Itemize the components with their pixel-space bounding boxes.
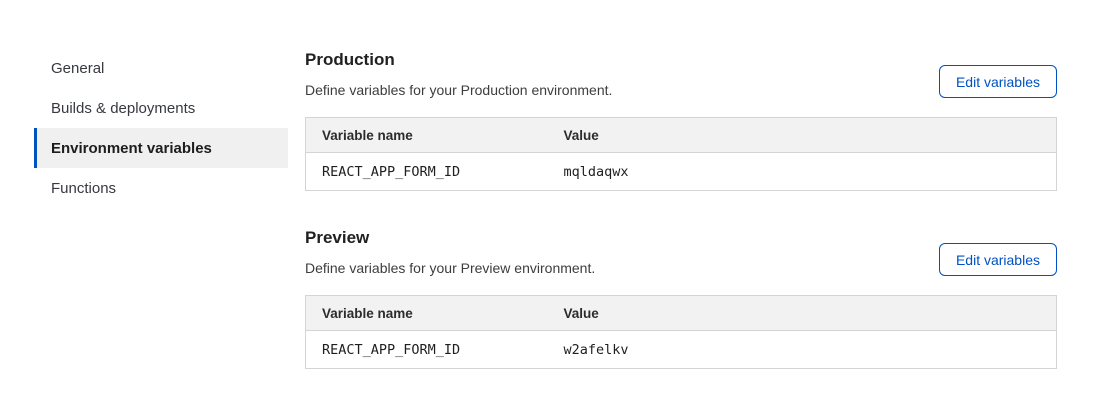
column-header-value: Value <box>548 118 1057 153</box>
table-header-row: Variable name Value <box>306 118 1057 153</box>
variable-value-cell: mqldaqwx <box>548 153 1057 191</box>
environment-variables-panel: Production Define variables for your Pro… <box>305 50 1057 369</box>
table-row: REACT_APP_FORM_ID mqldaqwx <box>306 153 1057 191</box>
preview-variables-table: Variable name Value REACT_APP_FORM_ID w2… <box>305 295 1057 369</box>
table-header-row: Variable name Value <box>306 296 1057 331</box>
section-production: Production Define variables for your Pro… <box>305 50 1057 191</box>
settings-sidebar: General Builds & deployments Environment… <box>34 48 288 208</box>
variable-name-cell: REACT_APP_FORM_ID <box>306 331 548 369</box>
variable-value-cell: w2afelkv <box>548 331 1057 369</box>
sidebar-item-builds-deployments[interactable]: Builds & deployments <box>34 88 288 128</box>
table-row: REACT_APP_FORM_ID w2afelkv <box>306 331 1057 369</box>
sidebar-item-general[interactable]: General <box>34 48 288 88</box>
variable-name-cell: REACT_APP_FORM_ID <box>306 153 548 191</box>
section-preview: Preview Define variables for your Previe… <box>305 228 1057 369</box>
column-header-variable-name: Variable name <box>306 118 548 153</box>
column-header-variable-name: Variable name <box>306 296 548 331</box>
edit-variables-button-preview[interactable]: Edit variables <box>939 243 1057 276</box>
edit-variables-button-production[interactable]: Edit variables <box>939 65 1057 98</box>
column-header-value: Value <box>548 296 1057 331</box>
sidebar-item-functions[interactable]: Functions <box>34 168 288 208</box>
production-variables-table: Variable name Value REACT_APP_FORM_ID mq… <box>305 117 1057 191</box>
sidebar-item-environment-variables[interactable]: Environment variables <box>34 128 288 168</box>
